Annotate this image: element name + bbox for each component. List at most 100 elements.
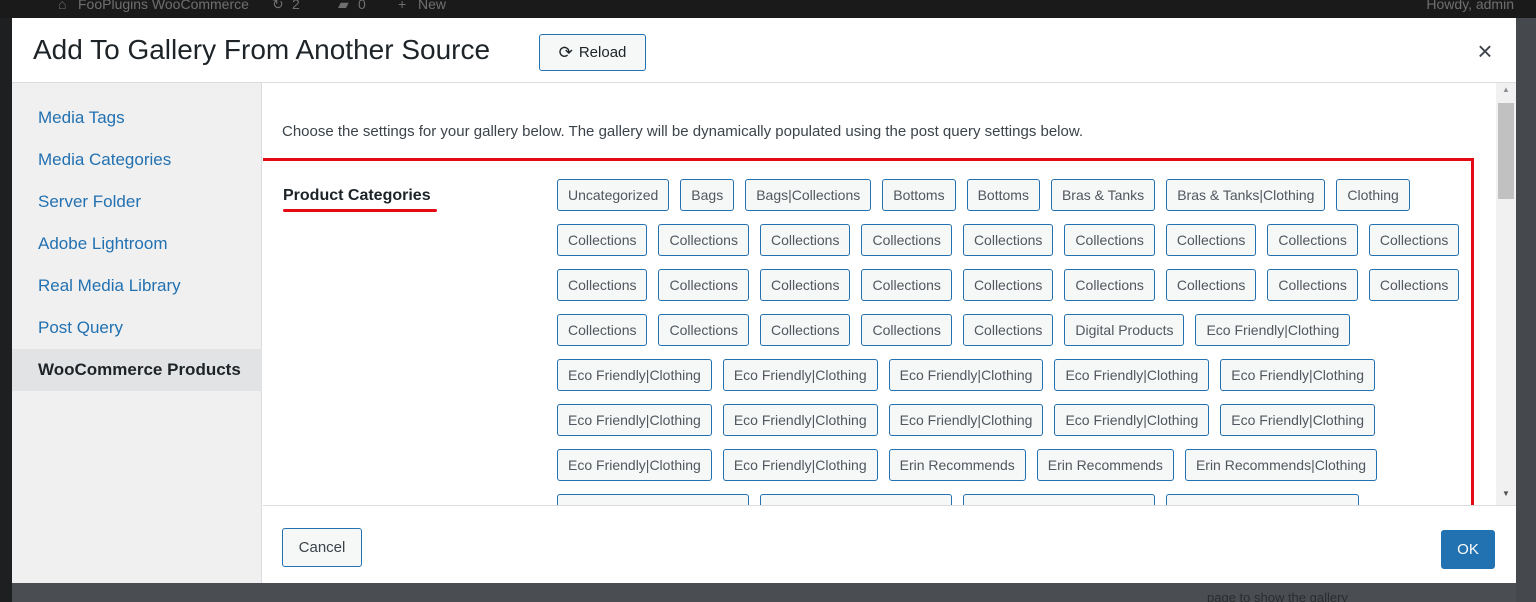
category-chip[interactable]: Collections <box>1165 224 1257 256</box>
category-chip-row: Erin Recommends|Clothing Erin Recommends|… <box>557 494 1370 505</box>
sidebar-item-media-categories[interactable]: Media Categories <box>12 139 262 181</box>
sidebar-item-adobe-lightroom[interactable]: Adobe Lightroom <box>12 223 262 265</box>
category-chip-row: Uncategorized Bags Bags|Collections Bottoms… <box>557 179 1421 211</box>
category-chip[interactable]: Eco Friendly|Clothing <box>1054 404 1210 436</box>
category-chip[interactable]: Clothing <box>1336 179 1410 211</box>
close-button[interactable]: × <box>1470 36 1500 66</box>
category-chip[interactable]: Erin Recommends|Clothing <box>760 494 953 505</box>
sidebar-item-media-tags[interactable]: Media Tags <box>12 97 262 139</box>
modal-title: Add To Gallery From Another Source <box>33 34 491 65</box>
category-chip[interactable]: Collections <box>658 314 749 346</box>
category-chip[interactable]: Collections <box>1064 269 1155 301</box>
category-chip[interactable]: Uncategorized <box>557 179 670 211</box>
category-chip[interactable]: Bottoms <box>882 179 956 211</box>
category-chip[interactable]: Collections <box>1267 269 1358 301</box>
category-chip[interactable]: Erin Recommends|Clothing <box>1166 494 1359 505</box>
category-chip-row: Eco Friendly|Clothing Eco Friendly|Clothi… <box>557 404 1386 436</box>
sidebar-item-woocommerce-products[interactable]: WooCommerce Products <box>12 349 262 391</box>
category-chip[interactable]: Bras & Tanks <box>1050 179 1156 211</box>
category-chip[interactable]: Digital Products <box>1064 314 1185 346</box>
intro-text: Choose the settings for your gallery bel… <box>282 123 1084 140</box>
modal-header: Add To Gallery From Another Source ⟳ Rel… <box>12 18 1516 83</box>
category-chip[interactable]: Bags|Collections <box>745 179 872 211</box>
modal-footer: Cancel OK <box>263 505 1516 583</box>
category-chip-row: Eco Friendly|Clothing Eco Friendly|Clothi… <box>557 449 1388 481</box>
category-chip[interactable]: Collections <box>962 224 1054 256</box>
category-chip[interactable]: Eco Friendly|Clothing <box>557 404 712 436</box>
category-chip[interactable]: Collections <box>1064 224 1155 256</box>
category-chip[interactable]: Collections <box>759 314 851 346</box>
home-icon: ⌂ <box>58 0 67 12</box>
label-underline-annotation <box>283 209 437 212</box>
admin-bar-site-label: FooPlugins WooCommerce <box>78 0 249 12</box>
category-chip[interactable]: Eco Friendly|Clothing <box>1054 359 1210 391</box>
category-chip-row: Collections Collections Collections Collect… <box>557 224 1470 256</box>
category-chip[interactable]: Collections <box>962 314 1054 346</box>
category-chip[interactable]: Collections <box>1267 224 1358 256</box>
category-chip[interactable]: Eco Friendly|Clothing <box>722 404 878 436</box>
sidebar-item-server-folder[interactable]: Server Folder <box>12 181 262 223</box>
cancel-button[interactable]: Cancel <box>282 528 362 567</box>
category-chip[interactable]: Bras & Tanks|Clothing <box>1166 179 1326 211</box>
sidebar-item-real-media-library[interactable]: Real Media Library <box>12 265 262 307</box>
category-chip-row: Collections Collections Collections Collect… <box>557 314 1361 346</box>
category-chip[interactable]: Collections <box>1368 224 1460 256</box>
category-chip[interactable]: Eco Friendly|Clothing <box>888 404 1044 436</box>
category-chip[interactable]: Eco Friendly|Clothing <box>888 359 1044 391</box>
admin-bar-site-name[interactable]: ⌂ FooPlugins WooCommerce <box>58 0 249 12</box>
sidebar-item-post-query[interactable]: Post Query <box>12 307 262 349</box>
scroll-thumb[interactable] <box>1498 103 1514 199</box>
category-chip[interactable]: Eco Friendly|Clothing <box>1220 359 1376 391</box>
category-chip[interactable]: Eco Friendly|Clothing <box>722 449 878 481</box>
plus-icon: + <box>398 0 407 12</box>
admin-bar: ⌂ FooPlugins WooCommerce ↻ 2 ▰ 0 + New Howdy… <box>0 0 1536 18</box>
add-to-gallery-modal: Add To Gallery From Another Source ⟳ Rel… <box>12 18 1516 583</box>
reload-button[interactable]: ⟳ Reload <box>539 34 646 71</box>
category-chip-row: Eco Friendly|Clothing Eco Friendly|Clothi… <box>557 359 1386 391</box>
category-chip[interactable]: Collections <box>658 224 749 256</box>
new-label: New <box>418 0 447 12</box>
category-chip[interactable]: Eco Friendly|Clothing <box>722 359 878 391</box>
product-categories-label: Product Categories <box>283 187 431 204</box>
category-chip[interactable]: Collections <box>1165 269 1257 301</box>
admin-bar-comments[interactable]: ▰ 0 <box>338 0 366 13</box>
admin-bar-updates[interactable]: ↻ 2 <box>272 0 300 13</box>
category-chip[interactable]: Collections <box>557 314 648 346</box>
category-chip[interactable]: Collections <box>759 224 851 256</box>
category-chip[interactable]: Erin Recommends <box>1036 449 1174 481</box>
category-chip[interactable]: Erin Recommends|Clothing <box>1184 449 1378 481</box>
category-chip[interactable]: Collections <box>861 269 952 301</box>
admin-bar-new[interactable]: + New <box>398 0 446 12</box>
scroll-up-arrow-icon[interactable]: ▲ <box>1496 85 1516 99</box>
scrollbar[interactable]: ▲ ▼ <box>1496 83 1516 505</box>
category-chip[interactable]: Collections <box>1368 269 1460 301</box>
refresh-icon: ⟳ <box>558 43 573 62</box>
category-chip[interactable]: Collections <box>557 269 648 301</box>
updates-icon: ↻ <box>272 0 284 12</box>
category-chip[interactable]: Bottoms <box>966 179 1040 211</box>
category-chip[interactable]: Eco Friendly|Clothing <box>557 449 712 481</box>
category-chip[interactable]: Eco Friendly|Clothing <box>1220 404 1376 436</box>
ok-button[interactable]: OK <box>1441 530 1495 569</box>
background-admin-menu <box>0 18 12 602</box>
category-chip[interactable]: Erin Recommends <box>888 449 1026 481</box>
category-chip[interactable]: Erin Recommends|Clothing <box>963 494 1156 505</box>
category-chip[interactable]: Eco Friendly|Clothing <box>557 359 712 391</box>
category-chip[interactable]: Collections <box>658 269 749 301</box>
category-chip[interactable]: Eco Friendly|Clothing <box>1195 314 1351 346</box>
category-chip-row: Collections Collections Collections Collect… <box>557 269 1470 301</box>
category-chip[interactable]: Collections <box>962 269 1054 301</box>
category-chip[interactable]: Erin Recommends|Clothing <box>557 494 750 505</box>
comment-icon: ▰ <box>338 0 349 12</box>
scroll-down-arrow-icon[interactable]: ▼ <box>1496 489 1516 503</box>
source-sidebar: Media Tags Media Categories Server Folder A… <box>12 83 262 583</box>
category-chip[interactable]: Bags <box>680 179 735 211</box>
admin-bar-howdy[interactable]: Howdy, admin <box>1426 0 1514 12</box>
background-page-content: page to show the gallery <box>12 583 1516 602</box>
category-chip[interactable]: Collections <box>557 224 648 256</box>
category-chip[interactable]: Collections <box>861 224 952 256</box>
category-chip[interactable]: Collections <box>759 269 851 301</box>
category-chip[interactable]: Collections <box>861 314 952 346</box>
comments-count: 0 <box>358 0 366 12</box>
gallery-settings-panel: Choose the settings for your gallery bel… <box>263 83 1516 505</box>
